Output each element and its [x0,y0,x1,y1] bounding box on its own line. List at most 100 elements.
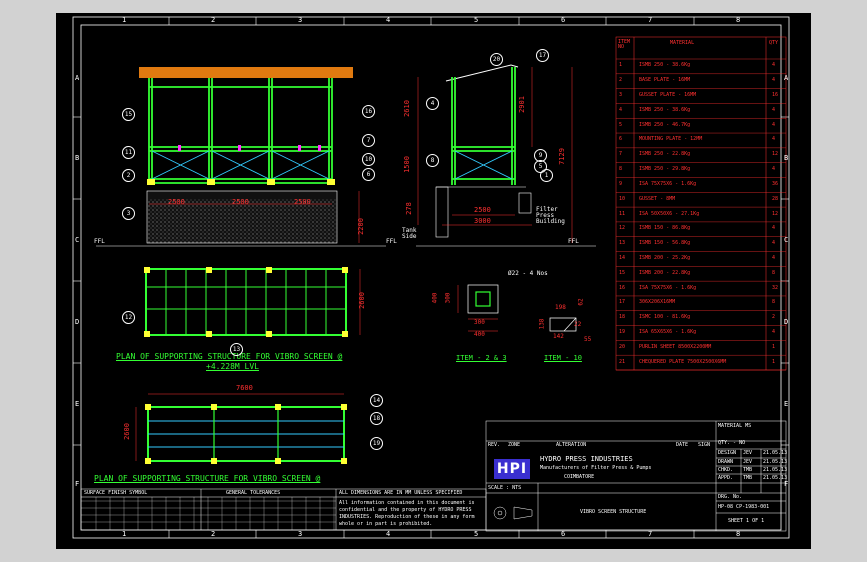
bom-item-no: 8 [619,166,623,173]
bom-header-material: MATERIAL [670,40,695,46]
bom-item-no: 3 [619,92,623,99]
bom-material: ISMB 150 - 86.8Kg [639,225,691,232]
design-by: JEV [743,450,753,456]
bom-qty: 4 [772,77,776,84]
qty-label: QTY. - NO [718,440,746,446]
dim-2200: 2200 [356,218,365,235]
bom-qty: 2 [772,314,776,321]
dim-2610: 2610 [402,100,411,117]
dim-1500: 1500 [402,156,411,173]
dim-3000: 3000 [474,217,491,225]
dim-2600-plan2: 2600 [122,423,131,440]
drawing-number: HP-08 CP-1983-001 [718,504,770,510]
bom-qty: 4 [772,225,776,232]
col-number-6: 6 [561,16,566,24]
tolerance-title: GENERAL TOLERANCES [226,490,281,496]
item-10-detail [549,317,577,332]
callout-balloon: 2 [122,169,135,182]
dim-62: 62 [577,298,585,306]
bom-item-no: 20 [619,343,626,350]
plan-view-1 [144,267,361,337]
date-label: DATE [676,442,689,448]
bom-item-no: 12 [619,225,626,232]
dim-2901: 2901 [517,96,526,113]
dim-2600-plan: 2600 [357,292,366,309]
bom-item-no: 6 [619,136,623,143]
dim-198: 198 [555,304,566,311]
bom-material: BASE PLATE - 16MM [639,77,691,84]
bom-material: ISMB 250 - 46.7Kg [639,121,691,128]
bom-qty: 32 [772,284,779,291]
drawn-label: DRAWN [718,459,734,465]
filter-press-label: Filter Press Building [536,206,565,225]
bom-item-no: 11 [619,210,626,217]
bom-header-item: ITEM NO [618,39,631,50]
bom-item-no: 13 [619,240,626,247]
col-number-7-bottom: 7 [648,530,653,538]
bom-material: ISMB 150 - 56.8Kg [639,240,691,247]
bom-material: ISA 75X75X6 - 1.6Kg [639,180,697,187]
row-letter-c-right: C [784,236,789,244]
row-letter-a: A [75,74,80,82]
bom-item-no: 2 [619,77,623,84]
dim-400-w: 400 [474,331,485,338]
bolt-note: Ø22 - 4 Nos [508,270,548,277]
cad-drawing [72,16,790,539]
dim-400-h: 400 [431,292,439,304]
row-letter-f: F [75,480,80,488]
bom-item-no: 15 [619,269,626,276]
dim-2500-b: 2500 [232,198,249,206]
bom-qty: 4 [772,136,776,143]
row-letter-b-right: B [784,154,789,162]
bom-qty: 4 [772,166,776,173]
bom-qty: 4 [772,121,776,128]
dim-138: 138 [538,318,546,330]
cad-viewport[interactable]: 1 2 3 4 5 6 7 8 1 2 3 4 5 6 7 8 A B C D … [56,13,811,549]
row-letter-a-right: A [784,74,789,82]
dim-2500-c: 2500 [294,198,311,206]
bom-material: MOUNTING PLATE - 12MM [639,136,703,143]
col-number-8: 8 [736,16,741,24]
col-number-4: 4 [386,16,391,24]
dim-300-w: 300 [474,319,485,326]
callout-balloon: 10 [362,153,375,166]
bom-qty: 4 [772,62,776,69]
bom-material: ISMC 100 - 81.6Kg [639,314,691,321]
plan2-title: PLAN OF SUPPORTING STRUCTURE FOR VIBRO S… [94,474,321,483]
dim-278: 278 [404,202,413,215]
bom-item-no: 21 [619,358,626,365]
callout-balloon: 16 [362,105,375,118]
col-number-1-bottom: 1 [122,530,127,538]
col-number-5-bottom: 5 [474,530,479,538]
callout-balloon: 14 [370,394,383,407]
bom-material: ISMB 250 - 38.6Kg [639,106,691,113]
callout-balloon: 7 [362,134,375,147]
col-number-3: 3 [298,16,303,24]
bom-material: 306X206X16MM [639,299,676,306]
row-letter-e: E [75,400,80,408]
material-label: MATERIAL MS [718,423,752,429]
dim-7129: 7129 [557,148,566,165]
callout-balloon: 11 [122,146,135,159]
dim-22: 22 [574,321,582,328]
bom-material: ISMB 250 - 29.8Kg [639,166,691,173]
bom-qty: 4 [772,328,776,335]
tank-side-label: Tank Side [402,227,417,240]
bom-material: GUSSET PLATE - 16MM [639,92,697,99]
bom-item-no: 19 [619,328,626,335]
bom-material: ISMB 250 - 38.6Kg [639,62,691,69]
callout-balloon: 3 [122,207,135,220]
bom-material: GUSSET - 8MM [639,195,676,202]
row-letter-b: B [75,154,80,162]
bom-material: ISA 65X65X6 - 1.6Kg [639,328,697,335]
alteration-label: ALTERATION [556,442,587,448]
sign-label: SIGN [698,442,711,448]
callout-balloon: 15 [122,108,135,121]
bom-qty: 28 [772,195,779,202]
drawn-by: JEV [743,459,753,465]
bom-material: ISMB 200 - 22.8Kg [639,269,691,276]
col-number-6-bottom: 6 [561,530,566,538]
col-number-7: 7 [648,16,653,24]
company-name: HYDRO PRESS INDUSTRIES [540,455,633,463]
dim-300-h: 300 [444,292,452,304]
